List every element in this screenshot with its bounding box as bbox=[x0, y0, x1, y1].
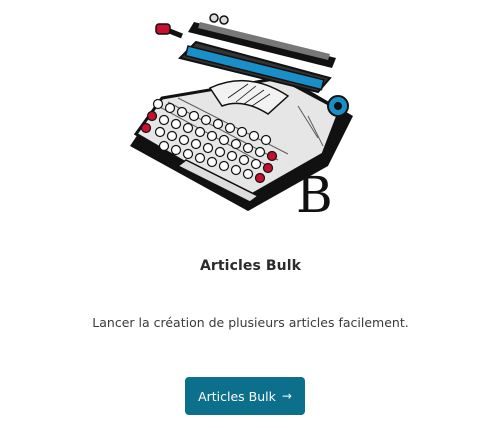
articles-bulk-button-label: Articles Bulk bbox=[198, 388, 276, 404]
arrow-right-icon: → bbox=[281, 389, 292, 403]
typewriter-illustration: B bbox=[0, 0, 501, 240]
articles-bulk-card: B Articles Bulk Lancer la création de pl… bbox=[0, 0, 501, 428]
card-title: Articles Bulk bbox=[199, 258, 302, 274]
articles-bulk-button[interactable]: Articles Bulk → bbox=[185, 377, 305, 415]
logo-letter: B bbox=[296, 166, 333, 224]
card-description: Lancer la création de plusieurs articles… bbox=[92, 315, 409, 330]
